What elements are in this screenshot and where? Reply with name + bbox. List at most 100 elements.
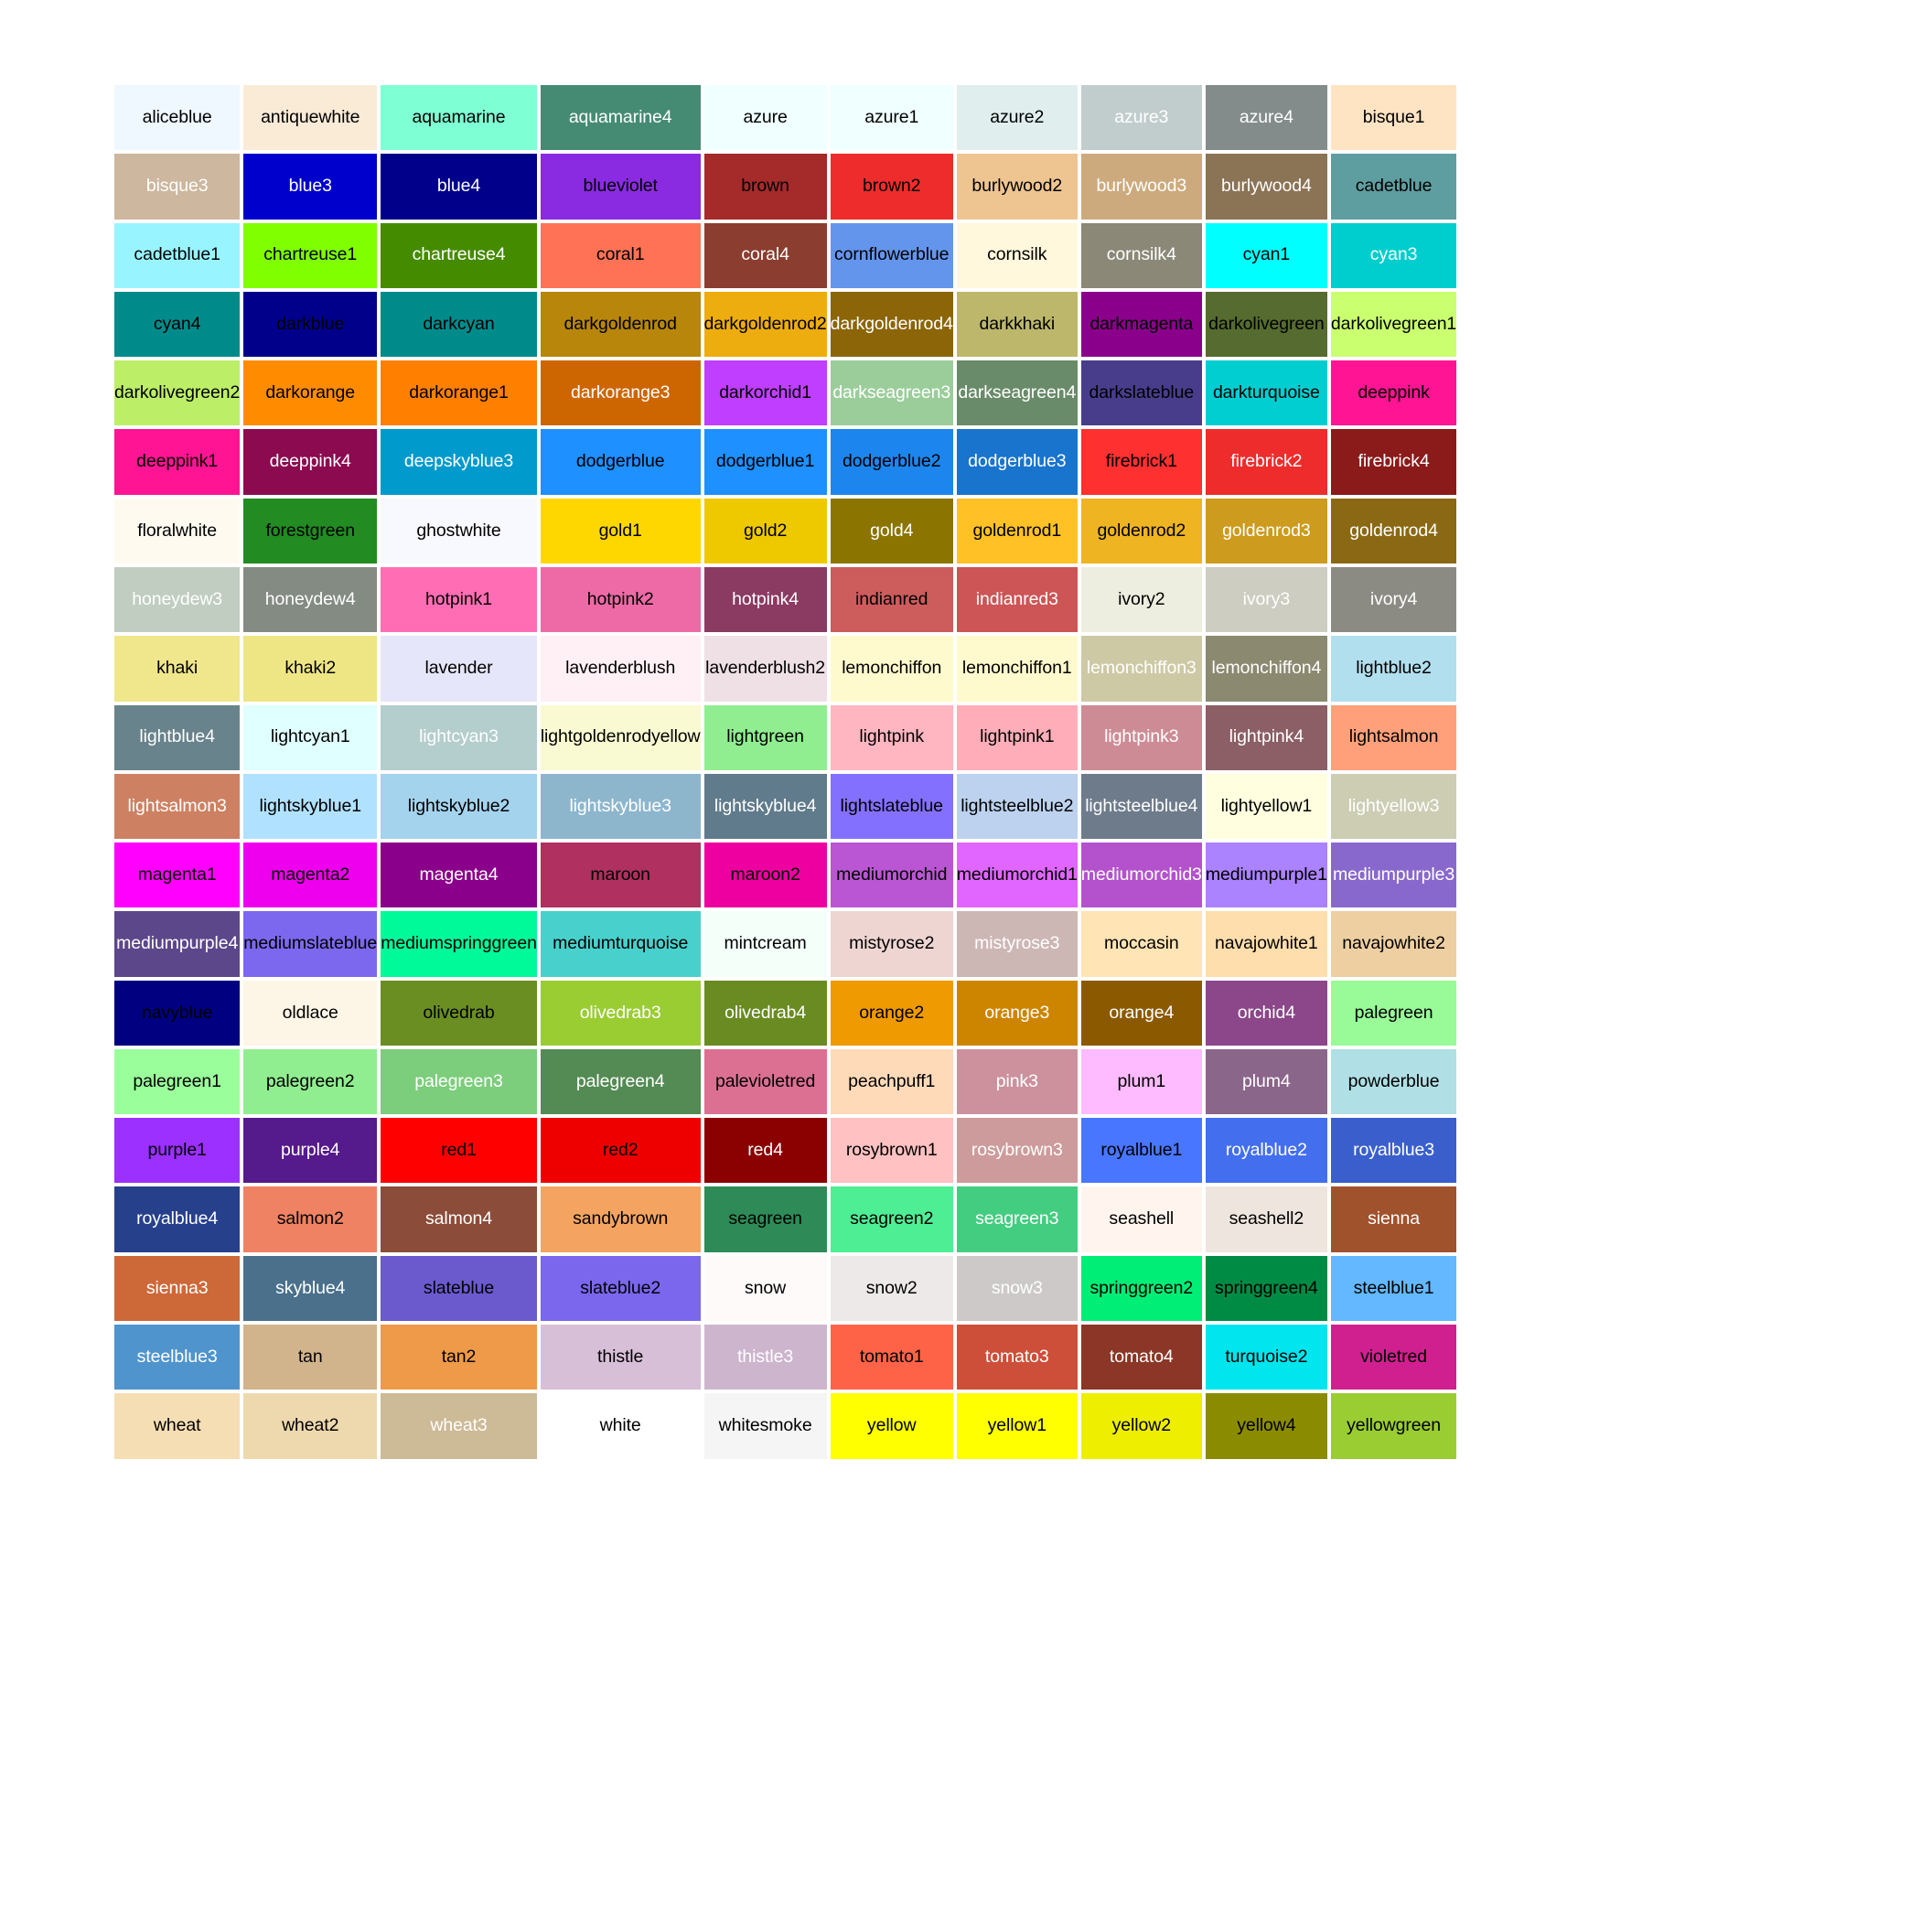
color-swatch: maroon [540, 843, 701, 908]
color-swatch: peachpuff1 [830, 1048, 953, 1115]
color-swatch-label: azure3 [1114, 106, 1169, 127]
color-swatch-label: lemonchiffon4 [1211, 658, 1322, 679]
color-swatch-label: seagreen2 [850, 1208, 934, 1229]
color-swatch: seashell2 [1205, 1186, 1327, 1252]
color-swatch-label: mediumorchid1 [956, 864, 1078, 885]
color-swatch-label: lightgreen [726, 726, 804, 747]
color-swatch-label: springgreen2 [1089, 1277, 1194, 1298]
color-swatch: orange4 [1080, 980, 1202, 1046]
color-swatch-label: slateblue2 [580, 1277, 661, 1298]
color-swatch-label: goldenrod2 [1097, 520, 1186, 541]
color-swatch: bisque1 [1330, 85, 1457, 151]
color-swatch-label: thistle3 [737, 1346, 794, 1367]
color-swatch: palevioletred [703, 1048, 827, 1115]
color-swatch: palegreen4 [540, 1048, 701, 1115]
color-swatch-label: salmon4 [425, 1208, 493, 1229]
color-swatch-label: mistyrose3 [974, 933, 1060, 954]
color-swatch: coral4 [703, 222, 827, 288]
color-swatch-label: oldlace [282, 1002, 338, 1023]
color-swatch: indianred [830, 566, 953, 633]
color-swatch: navyblue [114, 980, 241, 1046]
color-swatch: moccasin [1080, 911, 1202, 977]
color-swatch-label: seashell [1109, 1208, 1175, 1229]
color-swatch: lightsteelblue4 [1080, 773, 1202, 840]
color-swatch: honeydew4 [243, 566, 378, 633]
color-swatch-label: darkgoldenrod [564, 313, 677, 334]
color-swatch: deeppink [1330, 360, 1457, 426]
color-swatch-label: brown2 [863, 176, 921, 197]
color-swatch-label: steelblue3 [136, 1346, 218, 1367]
color-swatch-label: sandybrown [573, 1208, 669, 1229]
color-swatch-label: lightcyan3 [419, 726, 499, 747]
color-swatch: lightpink4 [1205, 704, 1327, 770]
color-swatch: cadetblue1 [114, 222, 241, 288]
color-swatch: white [540, 1393, 701, 1459]
color-swatch-label: lightblue4 [139, 726, 215, 747]
color-swatch: lemonchiffon [830, 636, 953, 702]
color-swatch-label: lightskyblue1 [259, 795, 362, 816]
color-swatch: goldenrod1 [956, 498, 1078, 564]
color-swatch-label: olivedrab3 [579, 1002, 661, 1023]
color-swatch: blue4 [381, 154, 537, 220]
color-swatch: lightskyblue1 [243, 773, 378, 840]
color-swatch: darkseagreen3 [830, 360, 953, 426]
color-swatch-label: bisque3 [145, 176, 209, 197]
color-swatch-label: wheat [153, 1415, 201, 1436]
color-swatch-label: peachpuff1 [848, 1070, 936, 1091]
color-swatch-label: cyan4 [153, 313, 201, 334]
color-swatch-label: deeppink1 [136, 451, 219, 472]
color-swatch-label: darkorchid1 [719, 382, 811, 402]
color-swatch: hotpink2 [540, 566, 701, 633]
color-swatch-label: yellow1 [987, 1415, 1046, 1436]
color-swatch: navajowhite1 [1205, 911, 1327, 977]
color-swatch-label: olivedrab4 [724, 1002, 807, 1023]
color-swatch: springgreen4 [1205, 1255, 1327, 1322]
color-swatch-label: firebrick4 [1358, 451, 1430, 472]
color-swatch: mediumspringgreen [381, 911, 537, 977]
color-swatch-label: darkmagenta [1089, 313, 1194, 334]
color-swatch-label: darkseagreen3 [832, 382, 951, 402]
color-swatch: mediumpurple4 [114, 911, 241, 977]
color-swatch: tomato4 [1080, 1325, 1202, 1390]
color-swatch: royalblue2 [1205, 1118, 1327, 1184]
color-swatch-label: dodgerblue3 [968, 451, 1067, 472]
color-swatch: lightslateblue [830, 773, 953, 840]
color-swatch-label: wheat3 [430, 1415, 488, 1436]
color-swatch-label: goldenrod4 [1349, 520, 1438, 541]
color-swatch-label: orange3 [984, 1002, 1050, 1023]
color-swatch-label: cadetblue [1355, 176, 1433, 197]
color-swatch: tomato1 [830, 1325, 953, 1390]
color-swatch-label: springgreen4 [1215, 1277, 1318, 1298]
color-swatch-label: darkolivegreen1 [1330, 313, 1457, 334]
color-swatch: lightgoldenrodyellow [540, 704, 701, 770]
color-swatch-label: ivory3 [1242, 588, 1291, 609]
color-swatch: lightpink1 [956, 704, 1078, 770]
color-swatch: palegreen3 [381, 1048, 537, 1115]
color-swatch: deeppink1 [114, 429, 241, 495]
color-swatch-label: khaki2 [284, 658, 337, 679]
color-swatch: khaki2 [243, 636, 378, 702]
color-swatch-label: whitesmoke [718, 1415, 812, 1436]
color-swatch: ivory2 [1080, 566, 1202, 633]
color-swatch: plum4 [1205, 1048, 1327, 1115]
color-swatch-label: mediumspringgreen [381, 933, 537, 954]
color-swatch: burlywood4 [1205, 154, 1327, 220]
color-swatch: mediumturquoise [540, 911, 701, 977]
color-swatch: darkseagreen4 [956, 360, 1078, 426]
color-swatch-label: chartreuse1 [263, 244, 358, 265]
color-swatch-label: tomato3 [984, 1346, 1049, 1367]
color-swatch: forestgreen [243, 498, 378, 564]
color-swatch: rosybrown1 [830, 1118, 953, 1184]
color-swatch-label: royalblue4 [136, 1208, 219, 1229]
color-swatch: mediumorchid [830, 843, 953, 908]
color-swatch-label: darkolivegreen2 [114, 382, 241, 402]
color-swatch: hotpink1 [381, 566, 537, 633]
color-swatch: slateblue [381, 1255, 537, 1322]
color-swatch-label: lightsteelblue4 [1085, 795, 1198, 816]
color-swatch-label: darkkhaki [979, 313, 1056, 334]
color-swatch: lightskyblue2 [381, 773, 537, 840]
color-swatch-label: magenta2 [271, 864, 350, 885]
color-swatch-grid: aliceblue antiquewhite aquamarine aquamarin… [114, 85, 1456, 1803]
color-swatch-label: honeydew4 [264, 588, 356, 609]
color-swatch-label: powderblue [1347, 1070, 1440, 1091]
